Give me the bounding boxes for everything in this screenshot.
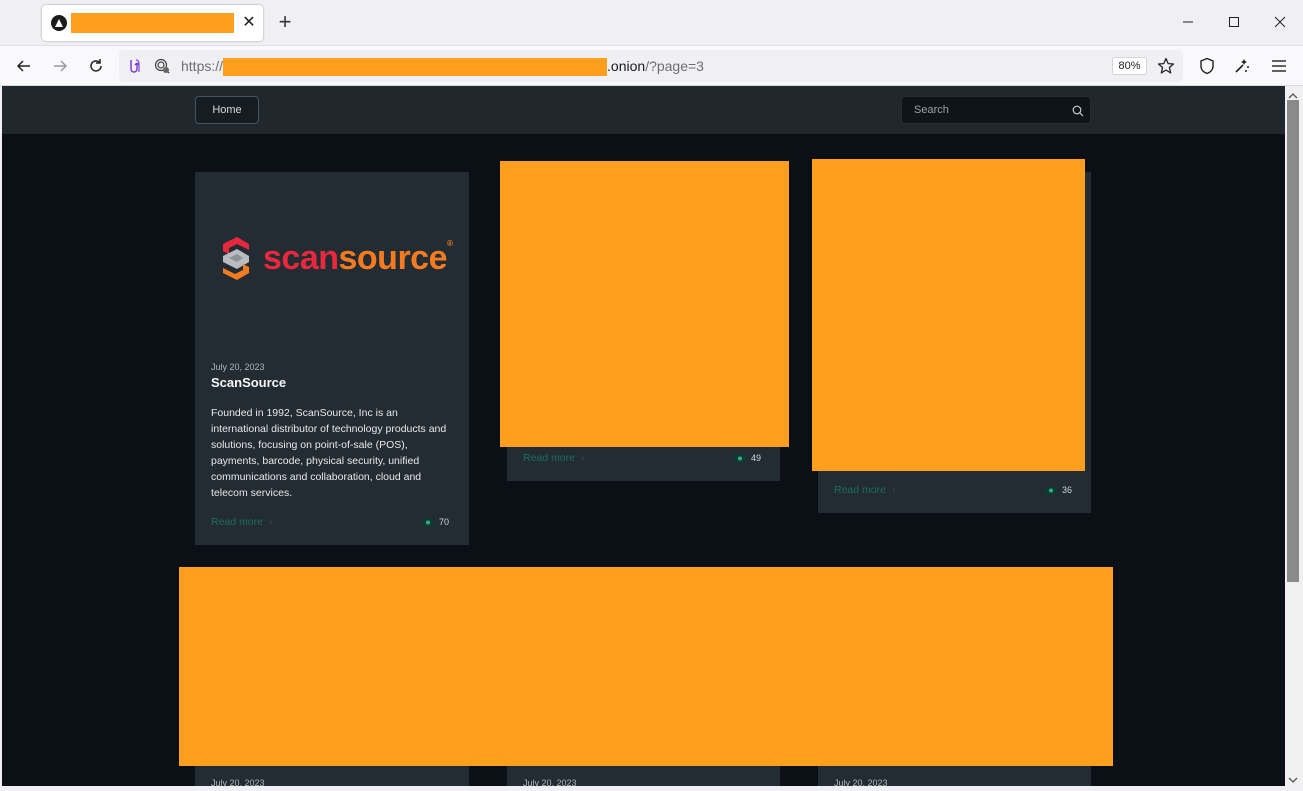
- window-close-icon[interactable]: [1265, 8, 1295, 36]
- reload-icon[interactable]: [83, 53, 109, 79]
- redaction-box: [223, 58, 608, 76]
- search-box: [901, 96, 1091, 124]
- search-input[interactable]: [902, 97, 1062, 123]
- site-header: Home: [2, 86, 1285, 134]
- post-card[interactable]: scansource® July 20, 2023 ScanSource Fou…: [195, 172, 469, 545]
- close-icon[interactable]: ✕: [240, 13, 258, 33]
- scrollbar-thumb[interactable]: [1287, 100, 1299, 582]
- tab-bar: ✕ +: [0, 0, 1303, 46]
- post-date: July 20, 2023: [211, 362, 265, 372]
- tracking-protection-icon[interactable]: [154, 58, 170, 74]
- redaction-box: [812, 159, 1085, 471]
- post-title[interactable]: ScanSource: [211, 375, 286, 390]
- post-card[interactable]: July 20, 2023: [818, 766, 1091, 786]
- post-date: July 20, 2023: [523, 778, 577, 786]
- read-more-link[interactable]: Read more ›: [834, 484, 895, 496]
- post-card[interactable]: July 20, 2023: [195, 766, 469, 786]
- post-date: July 20, 2023: [834, 778, 888, 786]
- read-more-label: Read more: [211, 516, 263, 528]
- chevron-right-icon: ›: [268, 516, 273, 528]
- logo-wordmark: scansource®: [263, 238, 453, 278]
- chevron-right-icon: ›: [891, 484, 896, 496]
- view-count-value: 49: [751, 453, 762, 463]
- eye-icon: [733, 454, 747, 462]
- eye-icon: [421, 518, 435, 526]
- post-card[interactable]: July 20, 2023: [507, 766, 780, 786]
- url-path: /?page=3: [645, 58, 704, 74]
- view-count: 70: [421, 517, 449, 527]
- eye-icon: [1044, 486, 1058, 494]
- view-count: 49: [733, 453, 761, 463]
- page-viewport: Home scansource® July 20, 2023 ScanS: [2, 86, 1285, 786]
- scroll-up-arrow-icon[interactable]: [1288, 88, 1298, 99]
- post-date: July 20, 2023: [211, 778, 265, 786]
- read-more-link[interactable]: Read more ›: [211, 516, 272, 528]
- read-more-label: Read more: [523, 452, 575, 464]
- view-count-value: 36: [1062, 485, 1073, 495]
- browser-window: ✕ + https://.onion /?page=3 80% Home Sea…: [0, 0, 1303, 791]
- home-button[interactable]: Home: [195, 96, 259, 124]
- active-tab[interactable]: ✕: [42, 5, 263, 41]
- read-more-label: Read more: [834, 484, 886, 496]
- read-more-link[interactable]: Read more ›: [523, 452, 584, 464]
- chevron-right-icon: ›: [580, 452, 585, 464]
- shield-icon[interactable]: [1196, 55, 1218, 77]
- window-frame-bottom: [0, 786, 1303, 791]
- logo-part-scan: scan: [263, 238, 339, 277]
- view-count-value: 70: [439, 517, 450, 527]
- logo-part-source: source: [338, 238, 448, 277]
- forward-arrow-icon[interactable]: [47, 53, 73, 79]
- extension-icon[interactable]: [1231, 55, 1253, 77]
- post-description: Founded in 1992, ScanSource, Inc is an i…: [211, 407, 447, 499]
- plus-icon[interactable]: +: [274, 10, 296, 34]
- search-icon[interactable]: [1072, 104, 1084, 117]
- back-arrow-icon[interactable]: [11, 53, 37, 79]
- view-count: 36: [1044, 485, 1072, 495]
- permissions-icon[interactable]: [127, 58, 143, 74]
- company-logo: scansource®: [215, 232, 455, 284]
- logo-registered-mark: ®: [447, 238, 453, 248]
- address-bar[interactable]: https:// .onion/?page=3 80%: [119, 50, 1183, 82]
- vertical-scrollbar[interactable]: [1285, 86, 1301, 786]
- hamburger-menu-icon[interactable]: [1268, 55, 1290, 77]
- url-scheme: https://: [181, 58, 224, 74]
- redaction-box: [71, 13, 234, 33]
- url-text[interactable]: https:// .onion/?page=3: [181, 58, 704, 76]
- scansource-logo-icon: [223, 237, 249, 280]
- navigation-toolbar: https:// .onion/?page=3 80%: [0, 46, 1303, 86]
- maximize-icon[interactable]: [1219, 8, 1249, 36]
- redaction-box: [500, 161, 789, 447]
- star-icon[interactable]: [1157, 57, 1175, 75]
- scroll-down-arrow-icon[interactable]: [1288, 772, 1298, 783]
- url-host: .onion: [607, 58, 646, 74]
- redaction-box: [179, 567, 1113, 766]
- zoom-level-button[interactable]: 80%: [1112, 57, 1147, 75]
- tab-site-icon: [51, 15, 67, 31]
- minimize-icon[interactable]: [1173, 8, 1203, 36]
